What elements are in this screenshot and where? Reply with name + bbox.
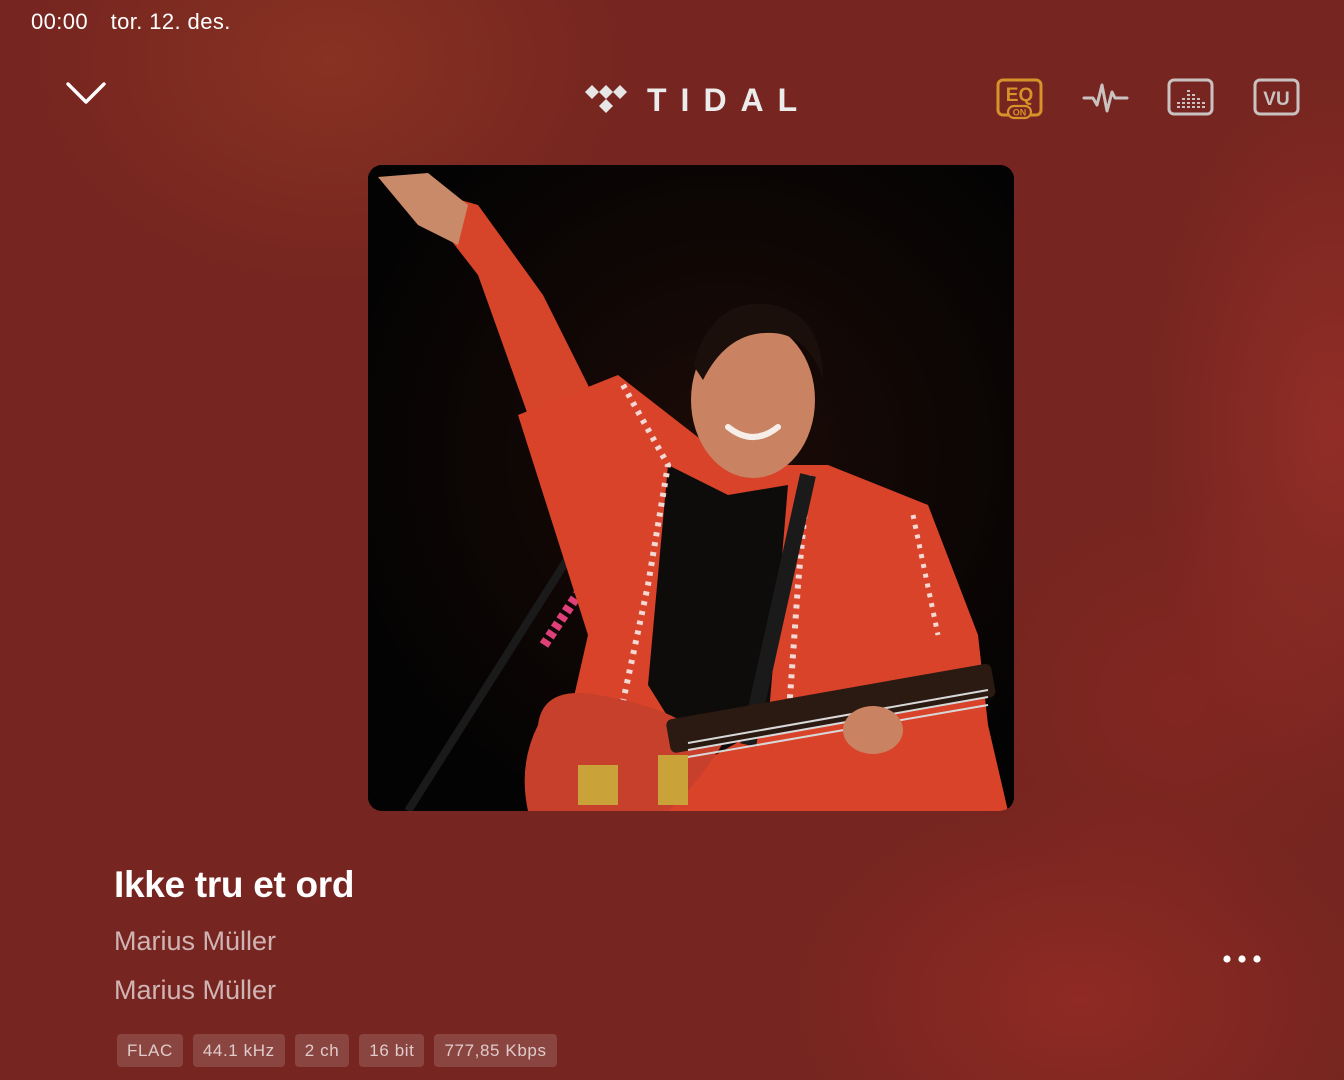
logo-wordmark: TIDAL [647,81,812,118]
format-badge-bitrate: 777,85 Kbps [434,1034,557,1067]
album-art-image [368,165,1014,811]
waveform-icon [1082,83,1129,113]
vu-label: VU [1263,89,1289,110]
tidal-logo: TIDAL [583,80,811,120]
eq-state: ON [1013,108,1027,118]
format-badge-channels: 2 ch [294,1034,350,1067]
format-badge-sample-rate: 44.1 kHz [192,1034,285,1067]
status-bar: 00:00 tor. 12. des. [31,9,247,35]
audio-format-badges: FLAC 44.1 kHz 2 ch 16 bit 777,85 Kbps [117,1034,557,1067]
chevron-down-icon [66,82,106,104]
waveform-button[interactable] [1082,78,1130,118]
eq-button[interactable]: EQ ON [996,78,1044,120]
vu-meter-icon: VU [1253,78,1300,116]
track-title: Ikke tru et ord [114,864,355,905]
tidal-logo-icon [585,85,627,113]
format-badge-bit-depth: 16 bit [359,1034,425,1067]
track-album[interactable]: Marius Müller [114,975,276,1006]
spectrum-button[interactable] [1167,78,1215,118]
format-badge-codec: FLAC [117,1034,183,1067]
collapse-player-button[interactable] [64,78,108,108]
status-time: 00:00 [31,9,89,34]
status-date: tor. 12. des. [110,9,231,34]
eq-label: EQ [1006,85,1033,106]
track-artist[interactable]: Marius Müller [114,926,276,957]
album-art [368,165,1014,811]
more-dots-icon [1223,955,1261,963]
more-options-button[interactable] [1218,946,1266,972]
eq-icon: EQ ON [996,78,1043,120]
spectrum-icon [1167,78,1214,116]
vu-meter-button[interactable]: VU [1253,78,1301,118]
